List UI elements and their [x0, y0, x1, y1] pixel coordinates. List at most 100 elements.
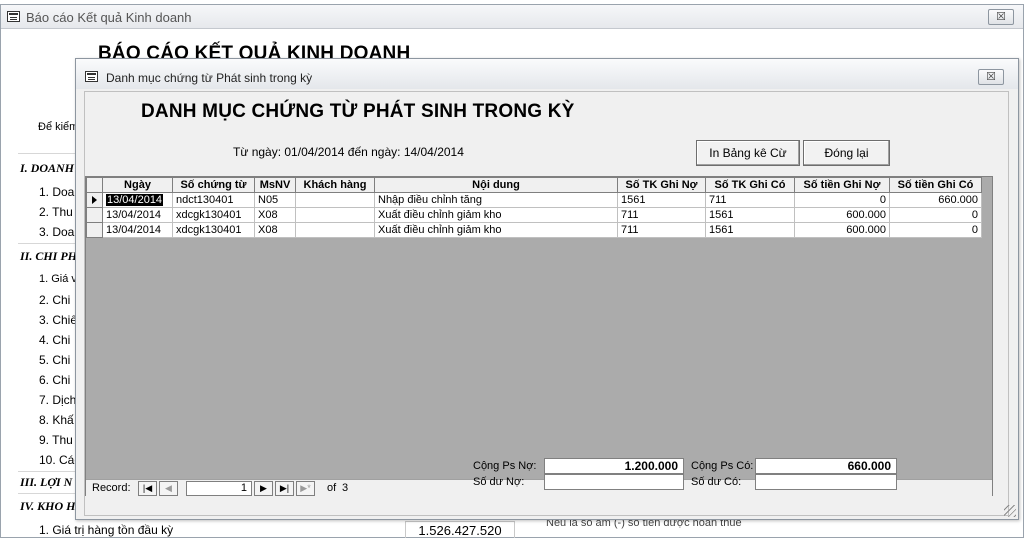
cell-ngay[interactable]: 13/04/2014	[102, 207, 173, 223]
voucher-datasheet[interactable]: Ngày Số chứng từ MsNV Khách hàng Nội dun…	[85, 176, 993, 496]
cell-khach-hang[interactable]	[295, 222, 375, 238]
row-selector[interactable]	[86, 192, 103, 208]
cell-ngay[interactable]: 13/04/2014	[102, 222, 173, 238]
section-expenses: II. CHI PH	[20, 249, 78, 263]
report-item: 3. Doa	[39, 225, 75, 239]
cell-noi-dung[interactable]: Nhập điều chỉnh tăng	[374, 192, 618, 208]
section-revenue: I. DOANH	[20, 161, 75, 175]
column-header-khach-hang[interactable]: Khách hàng	[295, 177, 375, 193]
cell-tk-no[interactable]: 711	[617, 222, 706, 238]
dialog-body: DANH MỤC CHỨNG TỪ PHÁT SINH TRONG KỲ Từ …	[84, 91, 1009, 516]
dialog-title: Danh mục chứng từ Phát sinh trong kỳ	[106, 71, 313, 85]
resize-grip-icon[interactable]	[1004, 505, 1016, 517]
cell-tien-no[interactable]: 600.000	[794, 207, 890, 223]
report-item: 5. Chi	[39, 353, 71, 367]
divider	[18, 243, 78, 244]
form-icon	[85, 71, 98, 82]
cell-so-chung-tu[interactable]: xdcgk130401	[172, 207, 255, 223]
cell-khach-hang[interactable]	[295, 192, 375, 208]
column-header-noi-dung[interactable]: Nội dung	[374, 177, 618, 193]
debit-balance-field[interactable]	[544, 474, 684, 490]
cell-tk-no[interactable]: 711	[617, 207, 706, 223]
debit-balance-label: Số dư Nợ:	[473, 476, 525, 488]
cell-tien-no[interactable]: 600.000	[794, 222, 890, 238]
close-button[interactable]: Đóng lại	[803, 140, 890, 166]
new-record-button[interactable]: ▶*	[296, 481, 315, 496]
cell-msnv[interactable]: X08	[254, 207, 296, 223]
header-row: Ngày Số chứng từ MsNV Khách hàng Nội dun…	[86, 177, 982, 193]
select-all-header[interactable]	[86, 177, 103, 193]
dialog-close-button[interactable]: ☒	[978, 69, 1004, 85]
record-total: 3	[342, 482, 349, 494]
report-window-titlebar: Báo cáo Kết quả Kinh doanh ☒	[1, 5, 1023, 29]
total-credit-label: Cộng Ps Có:	[691, 460, 754, 472]
column-header-tien-co[interactable]: Số tiền Ghi Có	[889, 177, 982, 193]
form-icon	[7, 11, 20, 22]
column-header-tk-no[interactable]: Số TK Ghi Nợ	[617, 177, 706, 193]
cell-tk-co[interactable]: 711	[705, 192, 795, 208]
report-note: Để kiểm	[38, 121, 79, 133]
date-range: Từ ngày: 01/04/2014 đến ngày: 14/04/2014	[233, 145, 464, 159]
cell-so-chung-tu[interactable]: ndct130401	[172, 192, 255, 208]
report-item: 6. Chi	[39, 373, 71, 387]
report-window-title: Báo cáo Kết quả Kinh doanh	[26, 10, 192, 25]
credit-balance-label: Số dư Có:	[691, 476, 742, 488]
cell-noi-dung[interactable]: Xuất điều chỉnh giảm kho	[374, 207, 618, 223]
last-record-button[interactable]: ▶|	[275, 481, 294, 496]
divider	[18, 471, 78, 472]
print-list-button[interactable]: In Bảng kê Cừ	[696, 140, 800, 166]
table-row[interactable]: 13/04/2014 xdcgk130401 X08 Xuất điều chỉ…	[86, 207, 982, 223]
report-item: 2. Thu	[39, 205, 73, 219]
dialog-titlebar[interactable]: Danh mục chứng từ Phát sinh trong kỳ ☒	[76, 59, 1018, 89]
report-item: 1. Giá v	[39, 273, 77, 285]
cell-text: 13/04/2014	[106, 194, 164, 206]
table-row[interactable]: 13/04/2014 ndct130401 N05 Nhập điều chỉn…	[86, 192, 982, 208]
divider	[18, 493, 78, 494]
cell-khach-hang[interactable]	[295, 207, 375, 223]
report-item: 8. Khấ	[39, 413, 74, 427]
credit-balance-field[interactable]	[755, 474, 897, 490]
cell-msnv[interactable]: X08	[254, 222, 296, 238]
current-record-icon	[92, 196, 97, 205]
cell-tien-no[interactable]: 0	[794, 192, 890, 208]
cell-tien-co[interactable]: 0	[889, 222, 982, 238]
current-record-input[interactable]: 1	[186, 481, 252, 496]
cell-so-chung-tu[interactable]: xdcgk130401	[172, 222, 255, 238]
section-inventory: IV. KHO H	[20, 499, 76, 513]
cell-msnv[interactable]: N05	[254, 192, 296, 208]
total-credit-field[interactable]: 660.000	[755, 458, 897, 474]
next-record-button[interactable]: ▶	[254, 481, 273, 496]
page-title: DANH MỤC CHỨNG TỪ PHÁT SINH TRONG KỲ	[141, 101, 575, 122]
column-header-msnv[interactable]: MsNV	[254, 177, 296, 193]
report-item: 3. Chiế	[39, 313, 78, 327]
column-header-so-chung-tu[interactable]: Số chứng từ	[172, 177, 255, 193]
column-header-ngay[interactable]: Ngày	[102, 177, 173, 193]
row-selector[interactable]	[86, 207, 103, 223]
cell-tk-co[interactable]: 1561	[705, 222, 795, 238]
report-item: 7. Dịch	[39, 393, 77, 407]
record-label: Record:	[92, 482, 131, 494]
row-selector[interactable]	[86, 222, 103, 238]
voucher-table: Ngày Số chứng từ MsNV Khách hàng Nội dun…	[86, 177, 982, 238]
inventory-start-value: 1.526.427.520	[405, 521, 515, 538]
section-profit: III. LỢI N	[20, 475, 73, 489]
divider	[18, 153, 78, 154]
cell-noi-dung[interactable]: Xuất điều chỉnh giảm kho	[374, 222, 618, 238]
report-item: 2. Chi	[39, 293, 71, 307]
column-header-tien-no[interactable]: Số tiền Ghi Nợ	[794, 177, 890, 193]
report-close-button[interactable]: ☒	[988, 9, 1014, 25]
cell-tk-co[interactable]: 1561	[705, 207, 795, 223]
cell-tk-no[interactable]: 1561	[617, 192, 706, 208]
cell-tien-co[interactable]: 0	[889, 207, 982, 223]
table-row[interactable]: 13/04/2014 xdcgk130401 X08 Xuất điều chỉ…	[86, 222, 982, 238]
report-item-inventory-start: 1. Giá trị hàng tồn đầu kỳ	[39, 523, 174, 537]
report-item: 9. Thu	[39, 433, 73, 447]
total-debit-field[interactable]: 1.200.000	[544, 458, 684, 474]
voucher-list-dialog: Danh mục chứng từ Phát sinh trong kỳ ☒ D…	[75, 58, 1019, 520]
report-item: 1. Doa	[39, 185, 75, 199]
previous-record-button[interactable]: ◀	[159, 481, 178, 496]
cell-ngay[interactable]: 13/04/2014	[102, 192, 173, 208]
column-header-tk-co[interactable]: Số TK Ghi Có	[705, 177, 795, 193]
first-record-button[interactable]: |◀	[138, 481, 157, 496]
cell-tien-co[interactable]: 660.000	[889, 192, 982, 208]
